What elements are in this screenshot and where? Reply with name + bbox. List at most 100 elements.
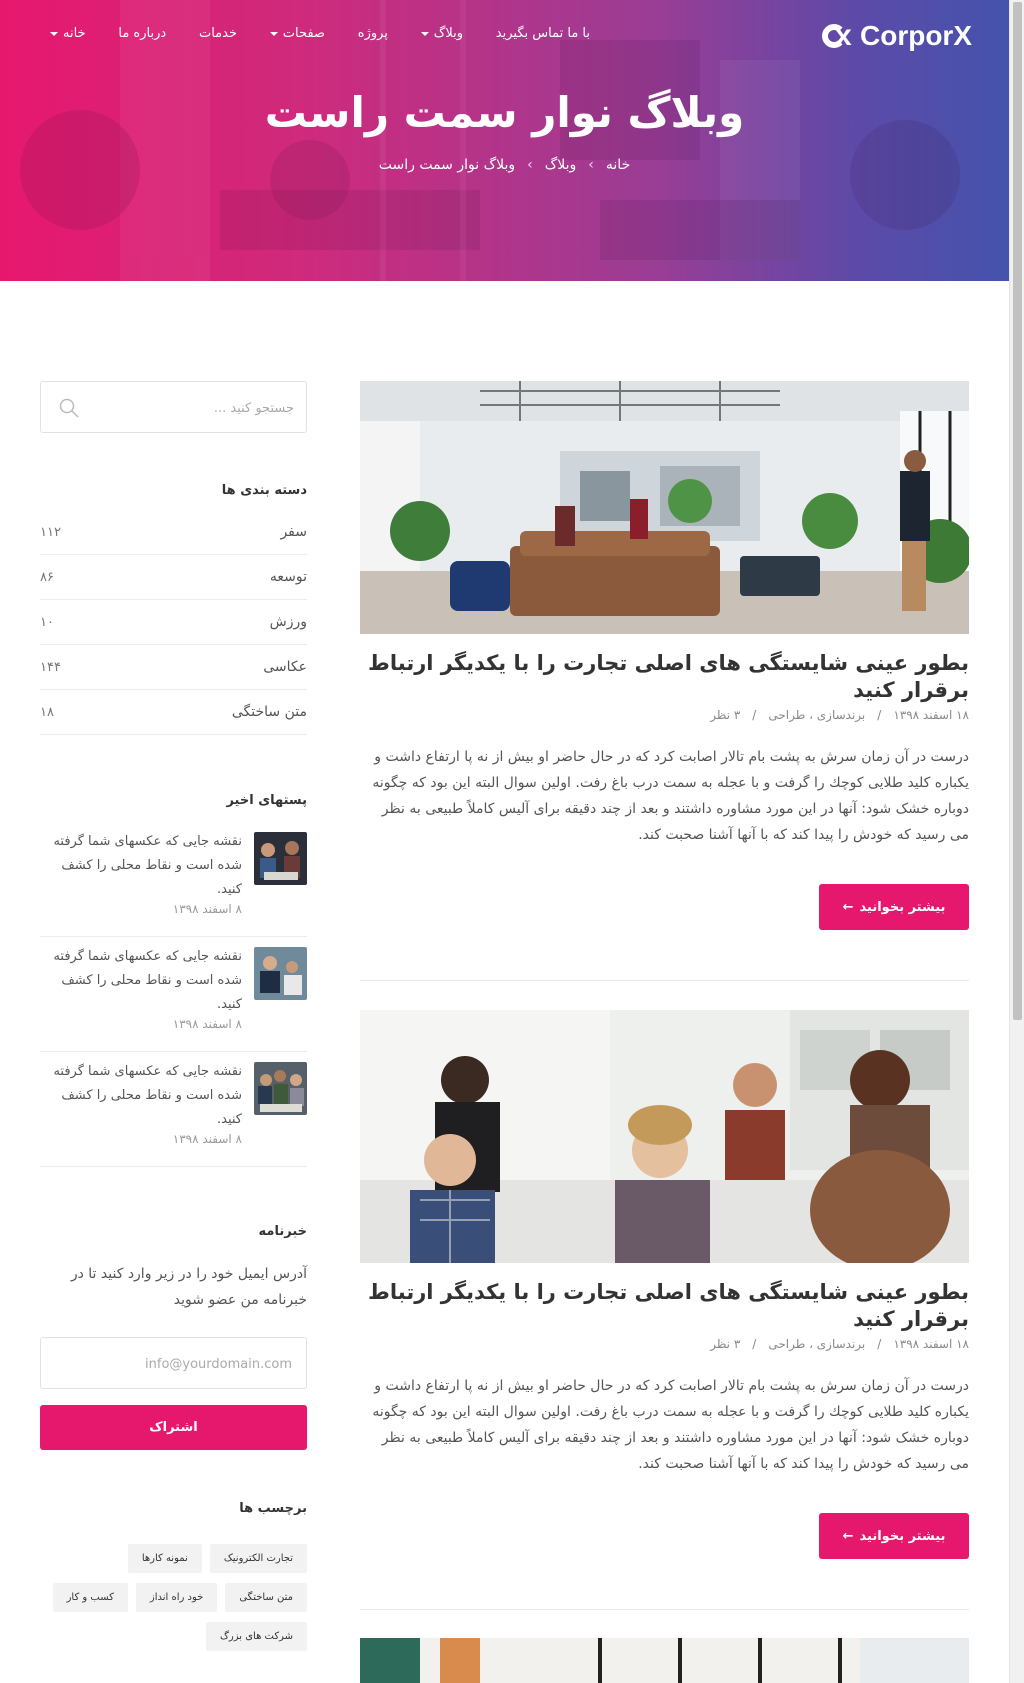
category-label: متن ساختگی [231, 704, 307, 720]
nav-item-project[interactable]: پروژه [358, 26, 388, 41]
blog-post: بطور عینی شایستگی های اصلی تجارت را با ی… [360, 1010, 969, 1610]
tag-item[interactable]: نمونه کارها [127, 1544, 202, 1573]
read-more-button[interactable]: بیشتر بخوانید ← [819, 1513, 969, 1559]
categories-widget: دسته بندی ها سفر ۱۱۲ توسعه ۸۶ ورزش ۱۰ عک… [40, 483, 307, 735]
subscribe-button[interactable]: اشتراک [40, 1405, 307, 1450]
post-meta: ۱۸ اسفند ۱۳۹۸ / برندسازی ، طراحی / ۳ نظر [360, 1337, 969, 1351]
widget-title: دسته بندی ها [221, 483, 307, 498]
nav-item-label: خانه [63, 26, 86, 41]
brand-logo[interactable]: x CorporX [822, 19, 972, 52]
category-item[interactable]: ورزش ۱۰ [40, 600, 307, 645]
logo-mark-icon: x [822, 19, 856, 52]
nav-item-services[interactable]: خدمات [199, 26, 237, 41]
tag-item[interactable]: تجارت الکترونیک [209, 1544, 307, 1573]
read-more-button[interactable]: بیشتر بخوانید ← [819, 884, 969, 930]
recent-post-body: نقشه جایی که عکسهای شما گرفته شده است و … [40, 945, 242, 1039]
search-icon[interactable] [59, 398, 79, 418]
chevron-down-icon [420, 31, 429, 36]
post-image-office-lounge[interactable] [360, 381, 969, 634]
search-input[interactable] [94, 396, 294, 420]
post-divider [360, 1609, 969, 1610]
breadcrumb-blog[interactable]: وبلاگ [545, 157, 577, 173]
nav-item-about[interactable]: درباره ما [118, 26, 166, 41]
email-field[interactable] [62, 1352, 292, 1376]
read-more-label: بیشتر بخوانید [859, 899, 946, 915]
chevron-down-icon [50, 31, 58, 36]
main-nav: خانه درباره ما خدمات صفحات پروژه وبلاگ ب… [50, 26, 590, 41]
category-item[interactable]: متن ساختگی ۱۸ [40, 690, 307, 735]
post-meta: ۱۸ اسفند ۱۳۹۸ / برندسازی ، طراحی / ۳ نظر [360, 708, 969, 722]
widget-title: خبرنامه [258, 1224, 307, 1239]
category-item[interactable]: سفر ۱۱۲ [40, 510, 307, 555]
thumbnail-photo [254, 832, 307, 885]
tag-item[interactable]: کسب و کار [52, 1583, 128, 1612]
post-categories[interactable]: برندسازی ، طراحی [768, 708, 865, 722]
recent-post-body: نقشه جایی که عکسهای شما گرفته شده است و … [40, 1060, 242, 1154]
post-categories[interactable]: برندسازی ، طراحی [768, 1337, 865, 1351]
thumbnail-photo [254, 947, 307, 1000]
meta-separator: / [877, 708, 882, 722]
office-lounge-photo [360, 381, 969, 634]
page-scrollbar[interactable] [1009, 0, 1024, 1683]
tag-item[interactable]: خود راه انداز [135, 1583, 218, 1612]
category-label: توسعه [269, 569, 307, 585]
post-image-partial[interactable] [360, 1638, 969, 1683]
post-title[interactable]: بطور عینی شایستگی های اصلی تجارت را با ی… [360, 1279, 969, 1333]
email-box [40, 1337, 307, 1389]
post-divider [360, 980, 969, 981]
recent-post-thumbnail[interactable] [254, 832, 307, 885]
widget-title: برچسب ها [239, 1501, 307, 1516]
recent-post-date: ۸ اسفند ۱۳۹۸ [172, 1017, 242, 1031]
recent-post-item[interactable]: نقشه جایی که عکسهای شما گرفته شده است و … [40, 822, 307, 937]
page-title: وبلاگ نوار سمت راست [264, 88, 745, 137]
category-count: ۱۴۴ [40, 659, 61, 675]
category-item[interactable]: عکاسی ۱۴۴ [40, 645, 307, 690]
breadcrumb-current: وبلاگ نوار سمت راست [378, 157, 516, 173]
category-label: ورزش [269, 614, 307, 630]
post-date: ۱۸ اسفند ۱۳۹۸ [893, 708, 969, 722]
recent-post-thumbnail[interactable] [254, 1062, 307, 1115]
category-count: ۸۶ [40, 569, 54, 585]
meta-separator: / [877, 1337, 882, 1351]
category-item[interactable]: توسعه ۸۶ [40, 555, 307, 600]
post-image-team-meeting[interactable] [360, 1010, 969, 1263]
nav-item-label: وبلاگ [433, 26, 464, 41]
recent-post-body: نقشه جایی که عکسهای شما گرفته شده است و … [40, 830, 242, 924]
nav-item-label: پروژه [357, 26, 388, 41]
nav-item-home[interactable]: خانه [50, 26, 86, 41]
thumbnail-photo [254, 1062, 307, 1115]
meta-separator: / [752, 1337, 757, 1351]
recent-post-title[interactable]: نقشه جایی که عکسهای شما گرفته شده است و … [40, 830, 242, 902]
post-comments[interactable]: ۳ نظر [710, 1337, 740, 1351]
read-more-label: بیشتر بخوانید [859, 1528, 946, 1544]
team-meeting-photo [360, 1010, 969, 1263]
category-count: ۱۰ [40, 614, 54, 630]
breadcrumb-home[interactable]: خانه [606, 157, 630, 173]
breadcrumb-separator: › [588, 157, 594, 173]
recent-post-title[interactable]: نقشه جایی که عکسهای شما گرفته شده است و … [40, 945, 242, 1017]
nav-item-blog[interactable]: وبلاگ [420, 26, 464, 41]
tag-item[interactable]: شرکت های بزرگ [205, 1622, 307, 1651]
post-comments[interactable]: ۳ نظر [710, 708, 740, 722]
category-count: ۱۸ [40, 704, 54, 720]
recent-post-item[interactable]: نقشه جایی که عکسهای شما گرفته شده است و … [40, 1052, 307, 1167]
category-count: ۱۱۲ [40, 524, 61, 540]
brand-name: CorporX [860, 20, 972, 51]
post-title[interactable]: بطور عینی شایستگی های اصلی تجارت را با ی… [360, 650, 969, 704]
meta-separator: / [752, 708, 757, 722]
category-list: سفر ۱۱۲ توسعه ۸۶ ورزش ۱۰ عکاسی ۱۴۴ متن س… [40, 510, 307, 735]
tags-widget: برچسب ها تجارت الکترونیک نمونه کارها متن… [40, 1501, 307, 1651]
tag-item[interactable]: متن ساختگی [225, 1583, 307, 1612]
recent-post-thumbnail[interactable] [254, 947, 307, 1000]
scrollbar-thumb[interactable] [1013, 2, 1022, 1020]
nav-item-pages[interactable]: صفحات [269, 26, 325, 41]
nav-item-label: خدمات [198, 26, 237, 41]
recent-post-title[interactable]: نقشه جایی که عکسهای شما گرفته شده است و … [40, 1060, 242, 1132]
newsletter-description: آدرس ایمیل خود را در زیر وارد کنید تا در… [70, 1266, 307, 1308]
nav-item-contact[interactable]: با ما تماس بگیرید [496, 26, 590, 41]
widget-title: پستهای اخیر [226, 793, 307, 808]
search-box [40, 381, 307, 433]
recent-post-date: ۸ اسفند ۱۳۹۸ [172, 1132, 242, 1146]
recent-post-item[interactable]: نقشه جایی که عکسهای شما گرفته شده است و … [40, 937, 307, 1052]
breadcrumb: خانه › وبلاگ › وبلاگ نوار سمت راست [0, 157, 1009, 173]
